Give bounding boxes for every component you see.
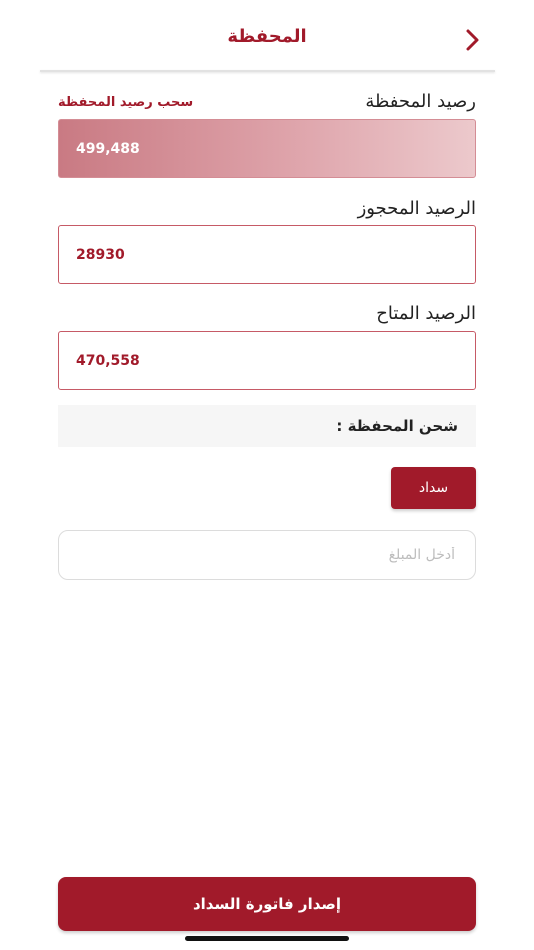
home-indicator <box>185 936 349 941</box>
back-button[interactable] <box>456 24 488 56</box>
pay-button[interactable]: سداد <box>391 467 476 509</box>
recharge-section-header: شحن المحفظة : <box>58 405 476 447</box>
reserved-balance-field: 28930 <box>58 225 476 284</box>
wallet-balance-field: 499,488 <box>58 119 476 178</box>
wallet-balance-value: 499,488 <box>76 140 140 157</box>
app-header: المحفظة <box>0 0 534 72</box>
available-balance-field: 470,558 <box>58 331 476 390</box>
available-balance-value: 470,558 <box>76 352 140 369</box>
recharge-label: شحن المحفظة : <box>336 417 458 435</box>
header-divider <box>40 70 495 72</box>
issue-payment-invoice-button[interactable]: إصدار فاتورة السداد <box>58 877 476 931</box>
wallet-balance-label: رصيد المحفظة <box>365 91 476 112</box>
available-balance-label: الرصيد المتاح <box>376 303 476 324</box>
page-title: المحفظة <box>227 26 307 47</box>
amount-input[interactable] <box>58 530 476 580</box>
reserved-balance-label: الرصيد المحجوز <box>357 198 476 219</box>
reserved-balance-value: 28930 <box>76 246 125 263</box>
chevron-right-icon <box>466 29 479 51</box>
withdraw-balance-link[interactable]: سحب رصيد المحفظة <box>58 95 193 110</box>
